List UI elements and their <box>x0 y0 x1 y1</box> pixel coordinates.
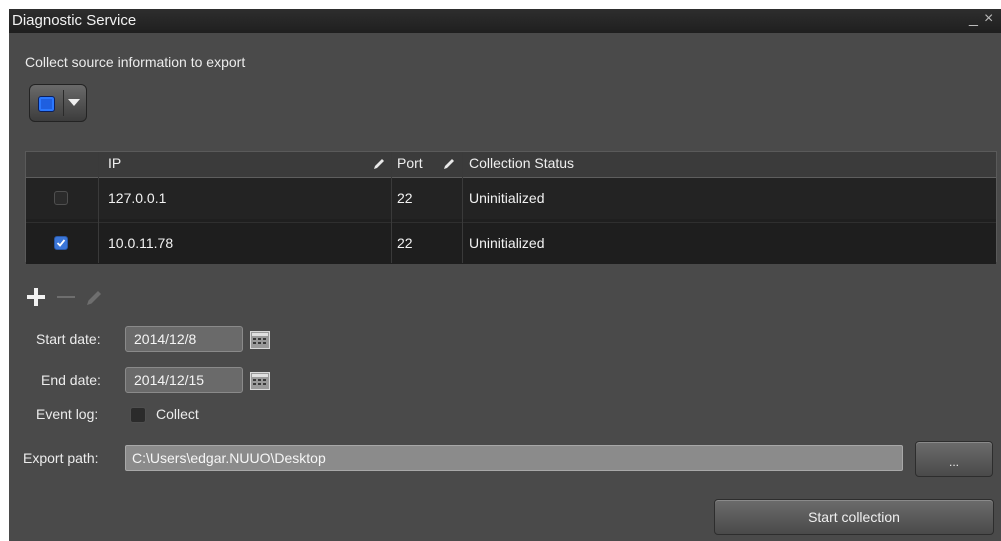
edit-port-pencil-icon[interactable] <box>442 157 456 171</box>
event-log-label: Event log: <box>36 406 99 422</box>
source-selector-button[interactable] <box>29 84 87 122</box>
column-header-port[interactable]: Port <box>397 155 423 171</box>
table-row[interactable]: 10.0.11.78 22 Uninitialized <box>26 222 996 264</box>
column-header-collection-status[interactable]: Collection Status <box>469 155 574 171</box>
row-ip: 10.0.11.78 <box>108 235 174 251</box>
title-bar: Diagnostic Service _ × <box>9 9 1001 33</box>
start-date-field[interactable]: 2014/12/8 <box>125 326 243 352</box>
source-selector-icon <box>38 96 55 112</box>
row-checkbox[interactable] <box>54 191 68 205</box>
column-header-ip[interactable]: IP <box>108 155 121 171</box>
table-row[interactable]: 127.0.0.1 22 Uninitialized <box>26 178 996 219</box>
start-date-label: Start date: <box>36 331 101 347</box>
pencil-icon[interactable] <box>83 286 105 308</box>
minimize-button[interactable]: _ <box>969 10 978 28</box>
start-date-calendar-icon[interactable] <box>250 331 270 349</box>
row-status: Uninitialized <box>469 190 545 206</box>
column-divider <box>391 152 392 263</box>
end-date-field[interactable]: 2014/12/15 <box>125 367 243 393</box>
column-divider <box>98 152 99 263</box>
close-button[interactable]: × <box>984 10 993 28</box>
plus-icon[interactable] <box>25 286 47 308</box>
collect-source-label: Collect source information to export <box>25 54 246 70</box>
edit-ip-pencil-icon[interactable] <box>372 157 386 171</box>
diagnostic-service-window: Diagnostic Service _ × Collect source in… <box>9 9 1001 541</box>
row-port: 22 <box>397 235 413 251</box>
row-port: 22 <box>397 190 413 206</box>
row-ip: 127.0.0.1 <box>108 190 167 206</box>
export-path-label: Export path: <box>23 450 99 466</box>
end-date-label: End date: <box>41 372 101 388</box>
window-title: Diagnostic Service <box>12 12 137 29</box>
dropdown-arrow-icon[interactable] <box>68 99 80 106</box>
export-path-field[interactable]: C:\Users\edgar.NUUO\Desktop <box>125 445 903 471</box>
browse-button[interactable]: ... <box>915 441 993 477</box>
event-log-collect-label[interactable]: Collect <box>156 406 199 422</box>
event-log-collect-checkbox[interactable] <box>130 407 146 423</box>
button-separator <box>63 90 64 116</box>
row-status: Uninitialized <box>469 235 545 251</box>
table-header: IP Port Collection Status <box>26 152 996 178</box>
column-divider <box>462 152 463 263</box>
row-checkbox[interactable] <box>54 236 68 250</box>
minus-icon[interactable] <box>55 286 77 308</box>
checkmark-icon <box>56 239 66 247</box>
sources-table: IP Port Collection Status 127.0.0.1 22 U… <box>25 151 997 264</box>
start-collection-button[interactable]: Start collection <box>714 499 994 535</box>
end-date-calendar-icon[interactable] <box>250 372 270 390</box>
